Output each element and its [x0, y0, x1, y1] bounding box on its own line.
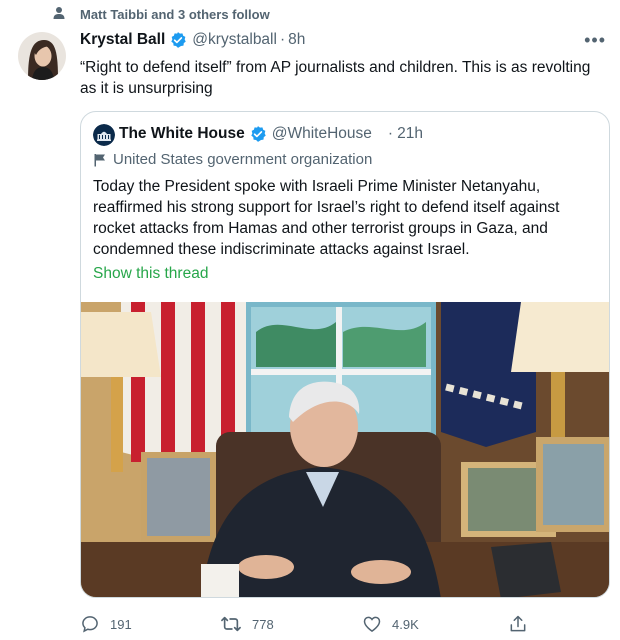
reply-count: 191 — [110, 616, 132, 632]
flag-icon — [94, 153, 105, 166]
separator: · — [279, 31, 286, 48]
retweet-button[interactable]: 778 — [220, 614, 274, 634]
avatar-image — [18, 32, 66, 80]
quoted-tweet[interactable]: The White House @WhiteHouse · 21h United… — [80, 111, 610, 598]
more-options-icon[interactable]: ••• — [584, 30, 606, 51]
reply-icon — [82, 616, 98, 633]
heart-icon — [363, 616, 381, 632]
white-house-logo-icon — [93, 124, 115, 146]
person-icon — [53, 7, 65, 19]
quoted-text: Today the President spoke with Israeli P… — [93, 178, 560, 258]
tweet-text: “Right to defend itself” from AP journal… — [80, 59, 591, 97]
government-label-text: United States government organization — [113, 151, 373, 168]
tweet-header: Krystal Ball @krystalball · 8h — [80, 31, 305, 49]
handle[interactable]: @krystalball — [192, 31, 277, 49]
show-thread-link[interactable]: Show this thread — [93, 265, 208, 283]
quoted-avatar — [93, 124, 115, 146]
like-count: 4.9K — [392, 616, 419, 632]
quoted-display-name[interactable]: The White House — [119, 125, 245, 143]
retweet-count: 778 — [252, 616, 274, 632]
tweet-photo[interactable] — [81, 302, 609, 597]
quoted-timestamp[interactable]: 21h — [397, 125, 423, 143]
retweet-icon — [221, 616, 241, 632]
verified-badge-icon — [171, 32, 187, 48]
timestamp[interactable]: 8h — [288, 31, 305, 49]
separator: · — [387, 125, 394, 142]
share-button[interactable] — [508, 614, 538, 634]
tweet-photo-image — [81, 302, 609, 597]
like-button[interactable]: 4.9K — [362, 614, 419, 634]
avatar[interactable] — [18, 32, 66, 80]
quoted-header: The White House @WhiteHouse · 21h — [119, 125, 423, 143]
verified-badge-icon — [251, 126, 266, 142]
quoted-handle[interactable]: @WhiteHouse — [272, 125, 372, 143]
reply-button[interactable]: 191 — [80, 614, 132, 634]
social-context-text: Matt Taibbi and 3 others follow — [80, 7, 270, 22]
display-name[interactable]: Krystal Ball — [80, 31, 165, 49]
share-icon — [510, 615, 526, 632]
government-label: United States government organization — [93, 151, 372, 168]
